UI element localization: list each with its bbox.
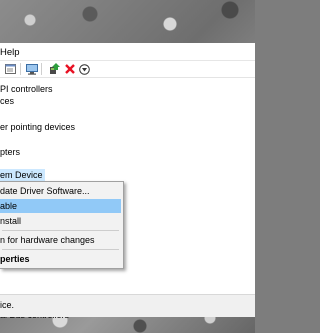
menu-separator <box>2 249 119 250</box>
menu-separator <box>2 230 119 231</box>
menu-bar: Help <box>0 43 255 61</box>
tree-item-other-pointing-devices[interactable]: er pointing devices <box>0 121 75 133</box>
tree-item-devices[interactable]: ces <box>0 95 14 107</box>
properties-button[interactable] <box>4 63 17 75</box>
toolbar-separator <box>41 63 42 75</box>
scan-hardware-button[interactable] <box>25 63 38 75</box>
menu-help[interactable]: Help <box>0 47 20 58</box>
update-driver-button[interactable] <box>48 63 61 75</box>
tree-item-system-device[interactable]: em Device <box>0 169 45 181</box>
status-text: ice. <box>0 300 15 310</box>
device-manager-window: Help PI controllers ces er pointing devi… <box>0 43 255 320</box>
disable-device-button[interactable] <box>78 63 91 75</box>
menu-item-properties[interactable]: perties <box>0 252 121 266</box>
menu-item-uninstall[interactable]: nstall <box>0 214 121 228</box>
tree-item-pci-controllers[interactable]: PI controllers <box>0 83 53 95</box>
properties-icon <box>5 64 16 74</box>
disable-down-arrow-icon <box>79 63 90 75</box>
status-bar: ice. <box>0 294 255 317</box>
uninstall-x-icon <box>64 64 75 74</box>
uninstall-button[interactable] <box>63 63 76 75</box>
monitor-icon <box>25 63 38 75</box>
menu-item-disable[interactable]: able <box>0 199 121 213</box>
update-driver-icon <box>50 63 60 74</box>
menu-item-update-driver-software[interactable]: date Driver Software... <box>0 184 121 198</box>
toolbar-separator <box>20 63 21 75</box>
tree-item-adapters[interactable]: pters <box>0 146 20 158</box>
toolbar <box>0 61 255 78</box>
context-menu: date Driver Software... able nstall n fo… <box>0 181 124 269</box>
menu-item-scan-for-hardware-changes[interactable]: n for hardware changes <box>0 233 121 247</box>
